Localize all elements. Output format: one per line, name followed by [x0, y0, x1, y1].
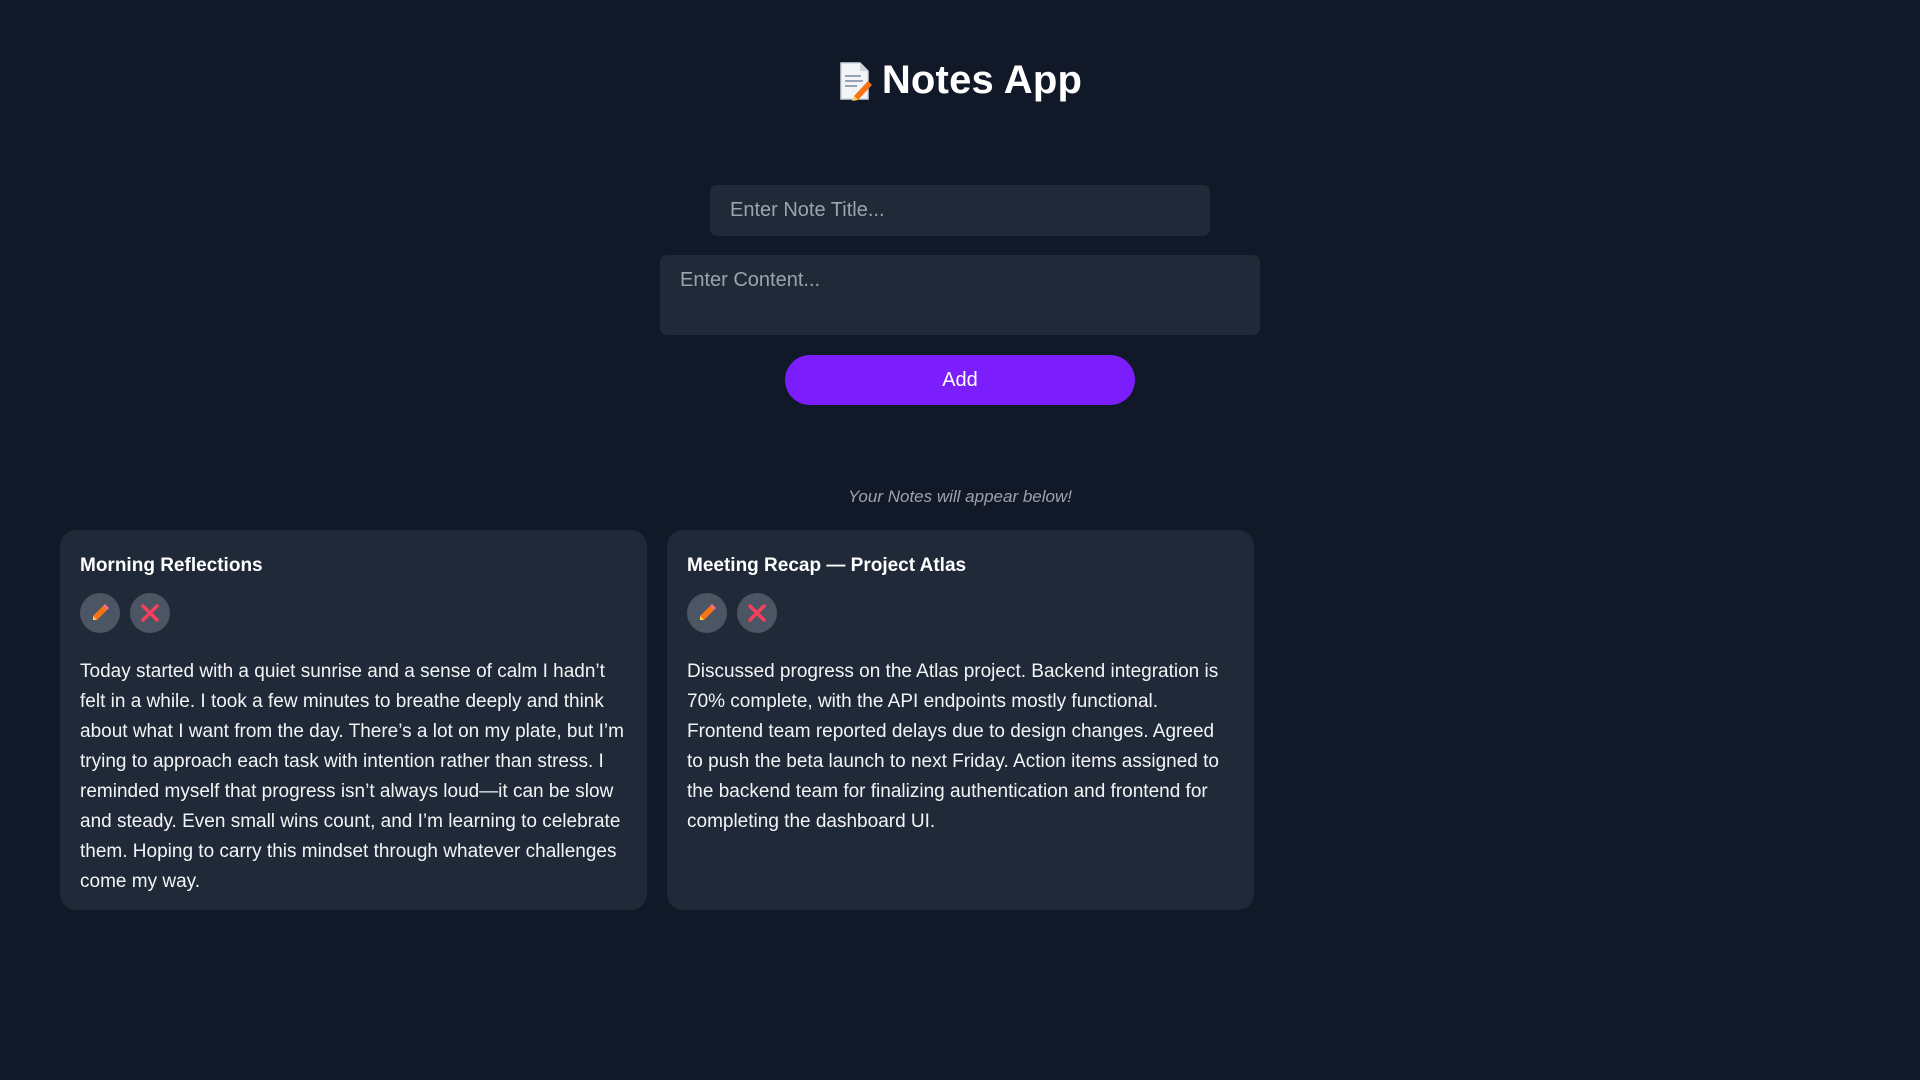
close-icon	[141, 603, 159, 622]
note-title: Morning Reflections	[80, 555, 263, 576]
note-content: Today started with a quiet sunrise and a…	[80, 660, 624, 892]
add-note-button[interactable]: Add	[785, 355, 1135, 405]
note-title: Meeting Recap — Project Atlas	[687, 555, 967, 576]
memo-icon	[838, 61, 872, 101]
delete-button[interactable]	[737, 592, 777, 633]
page-title: Notes App	[881, 58, 1083, 102]
note-content: Discussed progress on the Atlas project.…	[687, 660, 1219, 832]
close-icon	[748, 603, 766, 622]
pencil-icon	[700, 603, 716, 620]
pencil-icon	[93, 603, 109, 620]
note-card: Meeting Recap — Project Atlas Discussed …	[667, 530, 1254, 910]
edit-button[interactable]	[80, 592, 120, 633]
note-actions	[80, 592, 627, 633]
note-content-input[interactable]	[660, 255, 1260, 335]
delete-button[interactable]	[130, 592, 170, 633]
app-header: Notes App	[0, 58, 1920, 103]
note-title-input[interactable]	[710, 185, 1210, 236]
note-actions	[687, 592, 1234, 633]
notes-hint: Your Notes will appear below!	[848, 487, 1072, 506]
note-card: Morning Reflections Today started with a…	[60, 530, 647, 910]
edit-button[interactable]	[687, 592, 727, 633]
